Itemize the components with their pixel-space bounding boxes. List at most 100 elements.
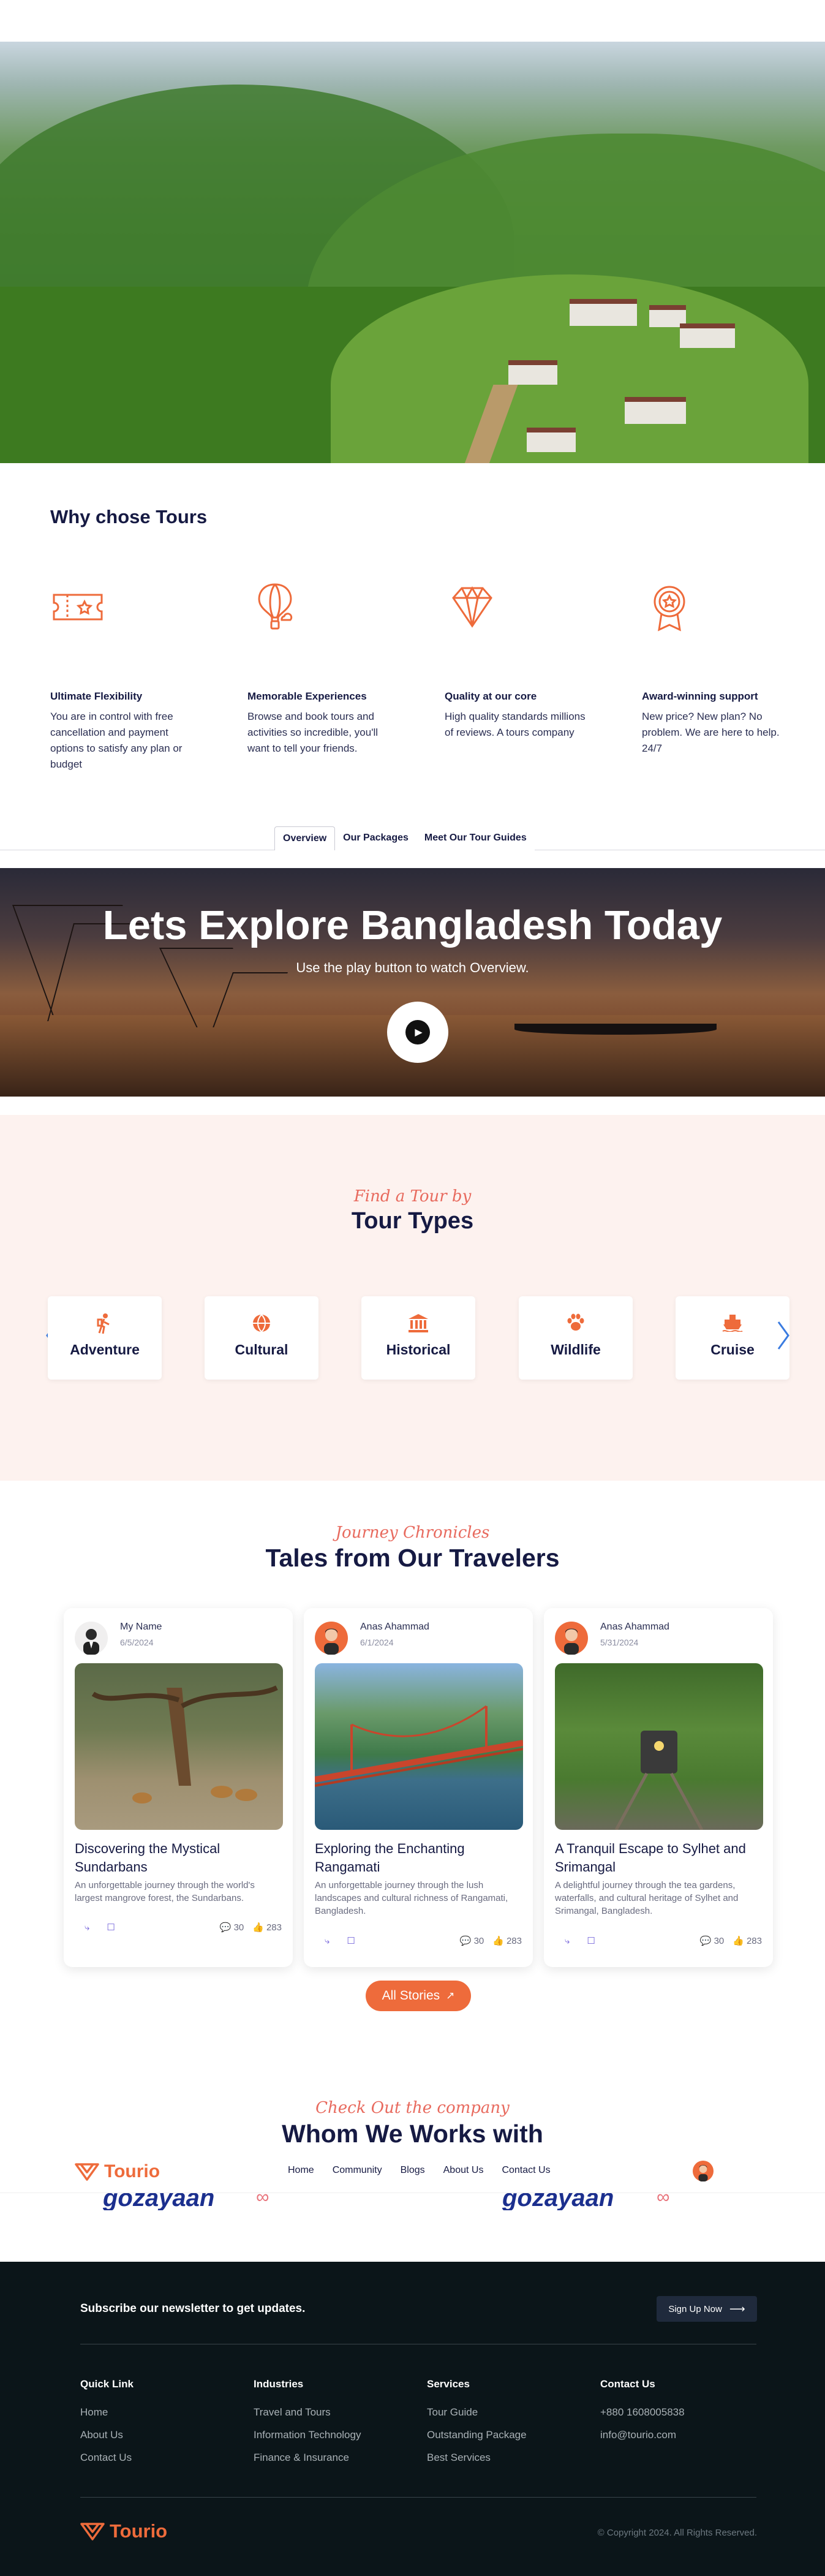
feature-support: Award-winning support New price? New pla… (642, 580, 783, 757)
play-button[interactable]: ▶ (387, 1002, 448, 1063)
share-icon[interactable]: ⤷ (565, 1936, 570, 1946)
landmark-icon (361, 1313, 475, 1335)
footer-link[interactable]: Information Technology (254, 2429, 361, 2441)
story-card[interactable]: Anas Ahammad 6/1/2024 Exploring the Ench… (304, 1608, 533, 1967)
story-image-rangamati (315, 1663, 523, 1830)
sticky-navbar: Tourio Home Community Blogs About Us Con… (0, 2149, 825, 2193)
company-kicker: Check Out the company (315, 2099, 510, 2117)
footer-logo[interactable]: Tourio (80, 2520, 167, 2542)
brand-name: Tourio (110, 2520, 168, 2542)
tab-overview[interactable]: Overview (274, 826, 336, 850)
nav-community[interactable]: Community (333, 2165, 382, 2176)
footer-email[interactable]: info@tourio.com (600, 2429, 685, 2441)
feature-desc: New price? New plan? No problem. We are … (642, 711, 780, 754)
globe-icon (205, 1313, 318, 1335)
tab-our-packages[interactable]: Our Packages (335, 826, 416, 850)
story-card[interactable]: My Name 6/5/2024 Discovering the Mystica… (64, 1608, 293, 1967)
hero-image (0, 42, 825, 463)
explore-subtitle: Use the play button to watch Overview. (296, 960, 529, 975)
feature-desc: Browse and book tours and activities so … (247, 711, 379, 754)
feature-desc: You are in control with free cancellatio… (50, 711, 183, 770)
footer-link[interactable]: Travel and Tours (254, 2406, 361, 2419)
nav-blogs[interactable]: Blogs (401, 2165, 425, 2176)
tour-type-label: Cultural (235, 1342, 288, 1358)
bookmark-icon[interactable]: ☐ (347, 1935, 355, 1946)
all-stories-button[interactable]: All Stories ↗ (366, 1981, 471, 2011)
tour-type-label: Adventure (70, 1342, 140, 1358)
like-count: 283 (746, 1935, 762, 1946)
navbar-logo[interactable]: Tourio (75, 2161, 160, 2182)
carousel-next-button[interactable] (773, 1317, 794, 1354)
footer-phone[interactable]: +880 1608005838 (600, 2406, 685, 2419)
arrow-up-right-icon: ↗ (446, 1990, 455, 2001)
story-author: Anas Ahammad (600, 1622, 669, 1632)
tour-types-section: Find a Tour by Tour Types Adventure Cult… (0, 1115, 825, 1481)
story-author: My Name (120, 1622, 162, 1632)
story-title: Discovering the Mystical Sundarbans (75, 1841, 220, 1875)
story-desc: A delightful journey through the tea gar… (555, 1880, 739, 1916)
story-actions: ⤷ ☐ 💬 30 👍 283 (315, 1935, 522, 1947)
tourio-logo-icon (75, 2163, 99, 2181)
footer-link[interactable]: Finance & Insurance (254, 2452, 361, 2464)
feature-flexibility: Ultimate Flexibility You are in control … (50, 580, 191, 772)
footer-column-title: Contact Us (600, 2378, 655, 2390)
nav-contact-us[interactable]: Contact Us (502, 2165, 550, 2176)
ribbon-logo-icon: ∞ (256, 2193, 269, 2207)
footer-link[interactable]: Contact Us (80, 2452, 134, 2464)
like-icon[interactable]: 👍 (252, 1922, 264, 1933)
like-icon[interactable]: 👍 (733, 1935, 744, 1946)
like-count: 283 (506, 1935, 522, 1946)
footer-divider (80, 2497, 756, 2498)
comment-count: 30 (233, 1922, 244, 1933)
comment-icon[interactable]: 💬 (220, 1922, 232, 1933)
chevron-right-icon (777, 1321, 789, 1350)
story-title: A Tranquil Escape to Sylhet and Srimanga… (555, 1841, 746, 1875)
tour-type-card-wildlife[interactable]: Wildlife (519, 1296, 633, 1380)
signup-label: Sign Up Now (668, 2303, 722, 2314)
tourio-logo-icon (80, 2523, 105, 2540)
play-icon: ▶ (405, 1020, 430, 1044)
bookmark-icon[interactable]: ☐ (587, 1935, 595, 1946)
story-desc: An unforgettable journey through the wor… (75, 1880, 255, 1903)
share-icon[interactable]: ⤷ (325, 1936, 330, 1946)
partner-logo: gozayaan (502, 2193, 614, 2210)
footer-column-title: Services (427, 2378, 470, 2390)
tour-type-label: Wildlife (551, 1342, 601, 1358)
bookmark-icon[interactable]: ☐ (107, 1922, 115, 1933)
tour-type-card-cultural[interactable]: Cultural (205, 1296, 318, 1380)
story-date: 6/1/2024 (360, 1637, 394, 1647)
like-icon[interactable]: 👍 (492, 1935, 504, 1946)
ribbon-logo-icon: ∞ (657, 2193, 670, 2207)
site-footer: Subscribe our newsletter to get updates.… (0, 2262, 825, 2576)
tour-type-card-historical[interactable]: Historical (361, 1296, 475, 1380)
diamond-icon (452, 586, 492, 628)
nav-about-us[interactable]: About Us (443, 2165, 484, 2176)
footer-column-title: Industries (254, 2378, 304, 2390)
footer-link[interactable]: Best Services (427, 2452, 527, 2464)
paw-icon (519, 1313, 633, 1335)
footer-link[interactable]: About Us (80, 2429, 134, 2441)
hiker-icon (48, 1313, 162, 1335)
feature-title: Memorable Experiences (247, 690, 367, 702)
comment-icon[interactable]: 💬 (460, 1935, 472, 1946)
comment-count: 30 (714, 1935, 725, 1946)
share-icon[interactable]: ⤷ (85, 1922, 89, 1933)
avatar (75, 1622, 108, 1655)
comment-icon[interactable]: 💬 (700, 1935, 712, 1946)
comment-count: 30 (473, 1935, 484, 1946)
tour-types-kicker: Find a Tour by (353, 1187, 472, 1206)
tab-tour-guides[interactable]: Meet Our Tour Guides (416, 826, 535, 850)
tales-title: Tales from Our Travelers (265, 1544, 560, 1572)
partner-logo: gozayaan (103, 2193, 215, 2210)
user-avatar[interactable] (693, 2161, 714, 2181)
avatar (555, 1622, 588, 1655)
nav-home[interactable]: Home (288, 2165, 314, 2176)
footer-column-title: Quick Link (80, 2378, 134, 2390)
why-section-title: Why chose Tours (50, 506, 208, 527)
signup-button[interactable]: Sign Up Now ⟶ (657, 2296, 757, 2322)
story-card[interactable]: Anas Ahammad 5/31/2024 A Tranquil Escape… (544, 1608, 773, 1967)
tour-type-card-adventure[interactable]: Adventure (48, 1296, 162, 1380)
footer-link[interactable]: Tour Guide (427, 2406, 527, 2419)
footer-link[interactable]: Home (80, 2406, 134, 2419)
footer-link[interactable]: Outstanding Package (427, 2429, 527, 2441)
